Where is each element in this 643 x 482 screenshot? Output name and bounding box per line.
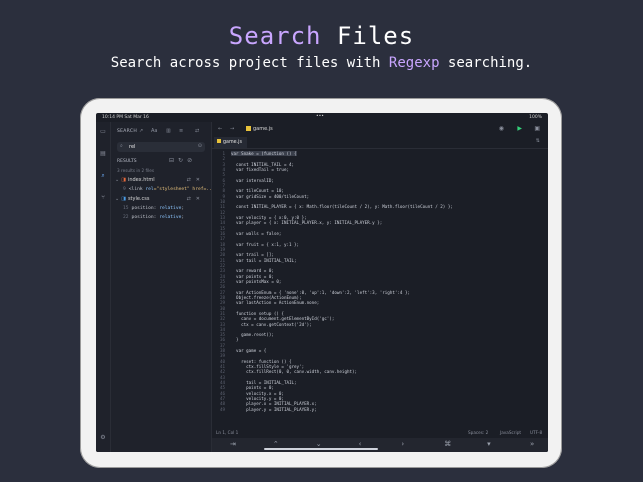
dismiss-keyboard-key[interactable]: ▾ [487,440,491,448]
code-line[interactable]: 49 player.y = INITIAL_PLAYER.y; [212,407,548,412]
search-input[interactable]: ⌕ rel ⊙ [117,142,205,152]
line-text: player.y = INITIAL_PLAYER.y; [231,406,317,412]
magnifier-icon: ⌕ [120,143,123,149]
editor-pane: ← → game.js ◉ ▶ ▣ game.js ⇅ 1 var Snake =… [212,122,548,452]
hero-subtitle: Search across project files with Regexp … [0,55,643,71]
source-control-icon[interactable]: ⑂ [99,194,107,202]
hero-subtitle-pre: Search across project files with [110,55,389,71]
preview-icon[interactable]: ◉ [499,125,504,132]
back-icon[interactable]: ← [218,126,222,132]
split-editor-icon[interactable]: ⇅ [536,138,540,144]
filter-icon[interactable]: ≡ [179,128,183,134]
panel-toggle-icon[interactable]: ▣ [534,125,540,132]
left-key[interactable]: ‹ [359,440,362,448]
chevron-down-icon: ⌄ [115,196,120,202]
match-post: ; [181,206,185,211]
breadcrumb-file: game.js [253,126,273,132]
regex-toggle-icon[interactable]: ↗ [139,128,143,134]
battery-level: 100% [529,115,542,120]
result-file-row[interactable]: ⌄ ◨ style.css ⇄✕ [115,196,209,204]
down-key[interactable]: ⌄ [316,440,322,448]
collapse-all-icon[interactable]: ⊟ [169,157,178,164]
dismiss-icon[interactable]: ✕ [196,196,205,202]
forward-icon[interactable]: → [230,126,234,132]
hero-title: Search Files [0,22,643,50]
match-hit: rel [145,187,154,192]
replace-icon[interactable]: ⇄ [195,128,199,134]
search-icon[interactable]: ⌕ [99,172,107,180]
hero-subtitle-accent: Regexp [388,55,440,71]
replace-all-icon[interactable]: ⇄ [187,196,196,202]
hero-title-accent: Search [228,22,322,50]
match-pre: position: [131,215,160,220]
app-screen: 10:14 PM Sat Mar 16 ••• 100% ▭ ▤ ⌕ ⑂ ⚙ S… [96,113,548,452]
file-row-actions: ⇄✕ [187,196,205,202]
tab-game-js[interactable]: game.js [214,137,247,148]
match-line[interactable]: 9 <link rel="stylesheet" href=... [123,187,215,192]
results-summary: 3 results in 2 files [117,168,155,173]
search-panel: SEARCH ↗ Aa ▥ ≡ ⇄ ⌕ rel ⊙ RESULTS ⊟↻⊘ 3 … [111,122,215,452]
match-hit: relative [159,215,182,220]
match-case-icon[interactable]: Aa [151,128,157,134]
settings-icon[interactable]: ⚙ [99,434,107,442]
match-line-number: 9 [123,187,126,192]
match-pre: <link [128,187,146,192]
refresh-icon[interactable]: ↻ [178,157,187,164]
css-file-icon: ◨ [121,196,126,202]
match-post: ; [181,215,185,220]
results-header: RESULTS [117,159,137,164]
match-line[interactable]: 15 position: relative; [123,206,184,211]
folder-icon[interactable]: ▭ [99,128,107,136]
command-key[interactable]: ⌘ [444,440,451,448]
activity-rail: ▭ ▤ ⌕ ⑂ ⚙ [96,122,111,452]
js-file-icon [217,139,221,143]
hero-title-rest: Files [321,22,415,50]
result-file-name: index.html [127,177,155,183]
search-options-icon[interactable]: ⊙ [198,143,202,149]
match-pre: position: [131,206,160,211]
home-indicator [264,448,378,450]
search-panel-header: SEARCH [117,129,138,134]
cursor-position[interactable]: Ln 1, Col 1 [216,430,238,435]
language-mode[interactable]: JavaScript [500,430,521,435]
keyboard-accessory-bar: ⇥ ⌃ ⌄ ‹ › ⌘ ▾ » [212,438,548,452]
replace-all-icon[interactable]: ⇄ [187,177,196,183]
match-hit: relative [159,206,182,211]
html-file-icon: ◨ [121,177,126,183]
chevron-down-icon: ⌄ [115,177,120,183]
search-query[interactable]: rel [129,144,135,150]
file-encoding[interactable]: UTF-8 [530,430,542,435]
up-key[interactable]: ⌃ [273,440,279,448]
js-file-icon [246,126,251,131]
editor-toolbar: ← → game.js ◉ ▶ ▣ [212,122,548,135]
results-toolbar: ⊟↻⊘ [169,157,196,164]
result-file-row[interactable]: ⌄ ◨ index.html ⇄✕ [115,177,209,185]
match-line-number: 15 [123,206,129,211]
right-key[interactable]: › [401,440,404,448]
match-post: ="stylesheet" href=... [153,187,215,192]
line-number: 49 [219,406,225,412]
whole-word-icon[interactable]: ▥ [166,128,171,134]
run-icon[interactable]: ▶ [517,125,522,132]
result-file-name: style.css [127,196,150,202]
tab-label: game.js [223,140,242,145]
status-bar: 10:14 PM Sat Mar 16 ••• 100% [96,113,548,122]
status-time: 10:14 PM Sat Mar 16 [102,115,149,120]
more-keys[interactable]: » [530,440,534,448]
tab-key[interactable]: ⇥ [230,440,236,448]
clear-results-icon[interactable]: ⊘ [187,157,196,164]
hero-subtitle-post: searching. [439,55,533,71]
match-line[interactable]: 22 position: relative; [123,215,184,220]
files-icon[interactable]: ▤ [99,150,107,158]
file-row-actions: ⇄✕ [187,177,205,183]
tab-bar: game.js ⇅ [212,137,548,149]
match-line-number: 22 [123,215,129,220]
code-area[interactable]: 1 var Snake = (function () {2 3 const INIT… [212,151,548,428]
dismiss-icon[interactable]: ✕ [196,177,205,183]
breadcrumb[interactable]: game.js [246,126,273,132]
indentation[interactable]: Spaces: 2 [468,430,488,435]
multitask-dots[interactable]: ••• [316,114,324,119]
editor-status-bar: Ln 1, Col 1 Spaces: 2 JavaScript UTF-8 [212,429,548,437]
